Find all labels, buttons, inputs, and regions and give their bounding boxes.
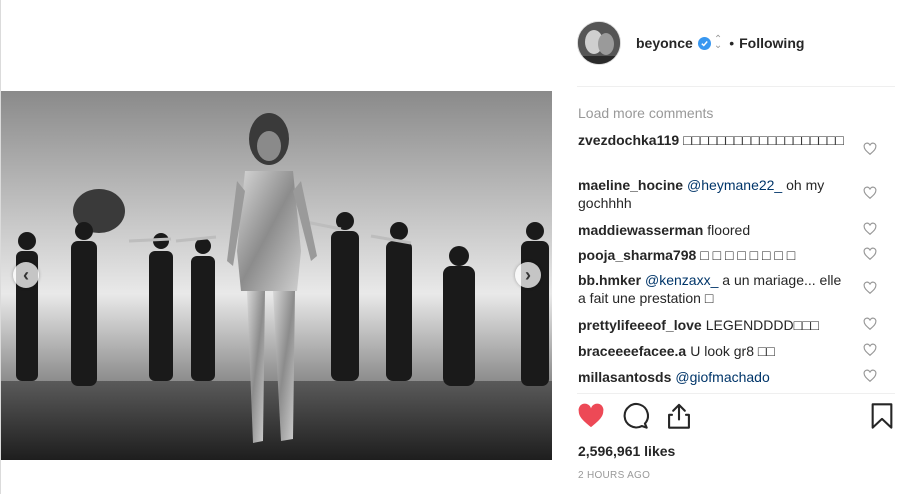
comment-like-heart-icon[interactable] (863, 222, 877, 236)
like-heart-icon[interactable] (577, 402, 605, 430)
comment-text: U look gr8 □□ (690, 343, 775, 359)
comment-text: floored (707, 222, 751, 238)
comment-like-heart-icon[interactable] (863, 281, 877, 295)
comment-username[interactable]: millasantosds (578, 369, 671, 385)
comment: prettylifeeeof_love LEGENDDDD□□□ (578, 316, 850, 334)
comment: bb.hmker @kenzaxx_ a un mariage... elle a… (578, 271, 850, 307)
carousel-prev-button[interactable]: ‹ (13, 262, 39, 288)
carousel-next-button[interactable]: › (515, 262, 541, 288)
likes-count[interactable]: 2,596,961 likes (578, 443, 675, 459)
share-icon[interactable] (665, 402, 693, 430)
verified-badge-icon (697, 36, 711, 50)
comment-mention[interactable]: @giofmachado (675, 369, 769, 385)
comments-divider (577, 393, 895, 394)
comment-username[interactable]: prettylifeeeof_love (578, 317, 702, 333)
comment-like-heart-icon[interactable] (863, 186, 877, 200)
chevron-left-icon: ‹ (23, 265, 29, 285)
post-header: beyonce ⌃ ⌄ • Following (577, 16, 895, 70)
comment-username[interactable]: pooja_sharma798 (578, 247, 696, 263)
avatar-image (578, 22, 620, 64)
comment: millasantosds @giofmachado (578, 368, 850, 386)
comment-mention[interactable]: @heymane22_ (687, 177, 782, 193)
comment-mention[interactable]: @kenzaxx_ (645, 272, 718, 288)
comment-username[interactable]: maeline_hocine (578, 177, 683, 193)
username-link[interactable]: beyonce (636, 35, 693, 51)
header-divider (577, 86, 895, 87)
comment-like-heart-icon[interactable] (863, 369, 877, 383)
post-side-panel: beyonce ⌃ ⌄ • Following Load more comment… (577, 0, 895, 494)
avatar[interactable] (577, 21, 621, 65)
comment-like-heart-icon[interactable] (863, 142, 877, 156)
following-button[interactable]: Following (739, 35, 804, 51)
comment-like-heart-icon[interactable] (863, 317, 877, 331)
comment: pooja_sharma798 □ □ □ □ □ □ □ □ (578, 246, 850, 264)
comment: zvezdochka119 □□□□□□□□□□□□□□□□□□□ (578, 131, 850, 149)
comment-username[interactable]: braceeeefacee.a (578, 343, 686, 359)
bookmark-icon[interactable] (868, 402, 896, 430)
post-photo[interactable] (1, 91, 552, 460)
comment-like-heart-icon[interactable] (863, 343, 877, 357)
comment-username[interactable]: bb.hmker (578, 272, 641, 288)
chevron-right-icon: › (525, 265, 531, 285)
load-more-comments-link[interactable]: Load more comments (578, 105, 713, 121)
comment: maddiewasserman floored (578, 221, 850, 239)
action-bar (577, 402, 895, 436)
comment-text: □ □ □ □ □ □ □ □ (700, 247, 796, 263)
separator: • (729, 35, 735, 51)
comment-username[interactable]: zvezdochka119 (578, 132, 679, 148)
more-options-icon[interactable]: ⌃ ⌄ (714, 35, 722, 51)
comment-text: □□□□□□□□□□□□□□□□□□□ (683, 132, 844, 148)
post-timestamp[interactable]: 2 HOURS AGO (578, 470, 650, 481)
stage-photo-illustration (1, 91, 552, 460)
comment: maeline_hocine @heymane22_ oh my gochhhh (578, 176, 850, 212)
comment-username[interactable]: maddiewasserman (578, 222, 703, 238)
comment-text: LEGENDDDD□□□ (705, 317, 819, 333)
comment: braceeeefacee.a U look gr8 □□ (578, 342, 850, 360)
comment-like-heart-icon[interactable] (863, 247, 877, 261)
comment-bubble-icon[interactable] (621, 402, 649, 430)
